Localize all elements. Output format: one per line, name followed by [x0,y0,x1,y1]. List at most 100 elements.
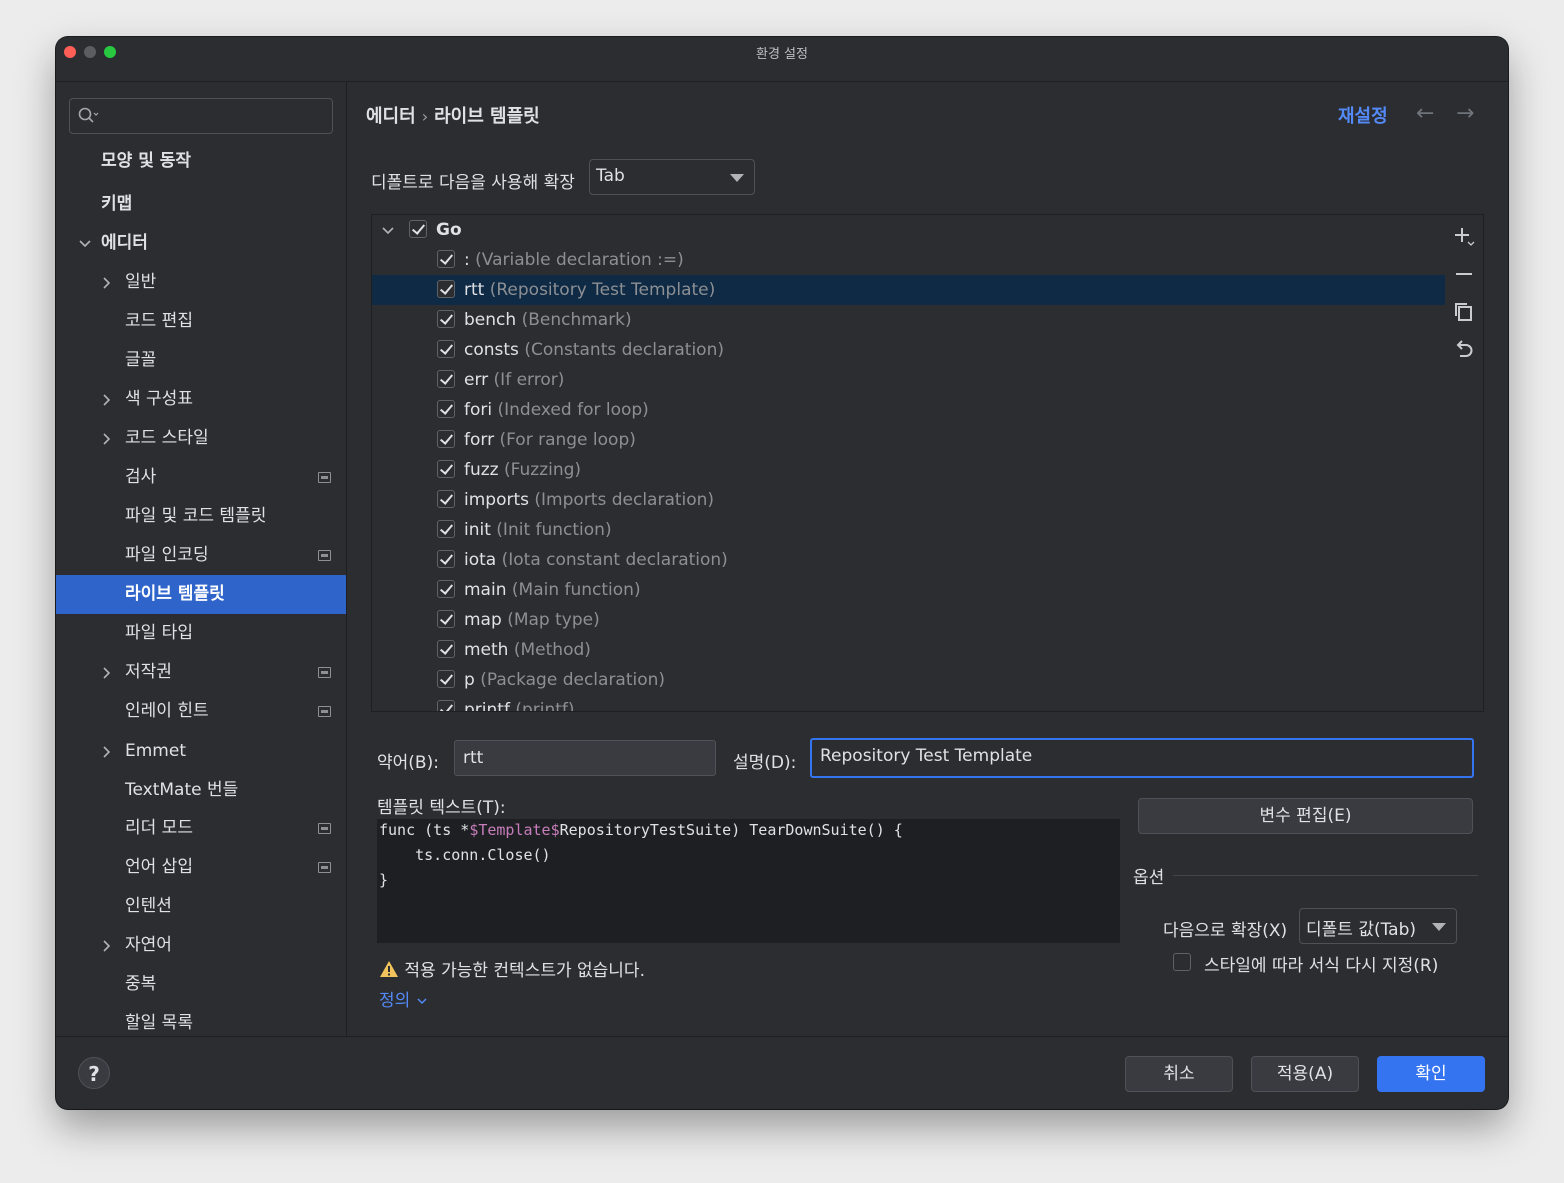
sidebar-item-textmate-bundles[interactable]: TextMate 번들 [56,771,346,810]
template-checkbox[interactable] [437,250,455,268]
reset-link[interactable]: 재설정 [1338,102,1388,128]
options-heading: 옵션 [1133,868,1165,888]
chevron-right-icon[interactable] [100,432,114,446]
template-checkbox[interactable] [437,460,455,478]
default-expand-label: 디폴트로 다음을 사용해 확장 [371,173,575,193]
template-row[interactable]: fori (Indexed for loop) [372,395,1445,425]
sidebar-item-live-templates[interactable]: 라이브 템플릿 [56,575,346,614]
project-scope-icon [318,472,331,483]
sidebar-item-file-code-templates[interactable]: 파일 및 코드 템플릿 [56,497,346,536]
minus-icon[interactable] [1453,263,1475,285]
project-scope-icon [318,862,331,873]
template-row[interactable]: main (Main function) [372,575,1445,605]
expand-with-select[interactable]: 디폴트 값(Tab) [1299,908,1457,944]
ok-button[interactable]: 확인 [1377,1056,1485,1092]
template-row[interactable]: bench (Benchmark) [372,305,1445,335]
template-row-selected[interactable]: rtt (Repository Test Template) [372,275,1445,305]
template-checkbox[interactable] [437,430,455,448]
sidebar-item-language-injections[interactable]: 언어 삽입 [56,848,346,887]
sidebar-item-color-scheme[interactable]: 색 구성표 [56,380,346,419]
sidebar-item-inlay-hints[interactable]: 인레이 힌트 [56,692,346,731]
template-row[interactable]: fuzz (Fuzzing) [372,455,1445,485]
chevron-right-icon[interactable] [100,666,114,680]
chevron-down-icon [417,998,427,1005]
default-expand-select[interactable]: Tab [589,159,755,195]
template-checkbox[interactable] [437,490,455,508]
live-templates-panel: 에디터 › 라이브 템플릿 재설정 ← → 디폴트로 다음을 사용해 확장 Tab … [347,82,1508,1037]
breadcrumb-separator: › [421,107,429,126]
copy-icon[interactable] [1453,301,1475,323]
undo-icon[interactable] [1453,339,1475,361]
search-input[interactable] [69,98,333,134]
sidebar-item-copyright[interactable]: 저작권 [56,653,346,692]
chevron-right-icon[interactable] [100,393,114,407]
template-checkbox[interactable] [437,400,455,418]
template-row[interactable]: forr (For range loop) [372,425,1445,455]
group-checkbox[interactable] [409,220,427,238]
template-checkbox[interactable] [437,340,455,358]
sidebar-item-general[interactable]: 일반 [56,263,346,302]
chevron-right-icon[interactable] [100,939,114,953]
template-row[interactable]: : (Variable declaration :=) [372,245,1445,275]
description-label: 설명(D): [733,753,797,773]
template-row[interactable]: consts (Constants declaration) [372,335,1445,365]
template-group-go[interactable]: Go [372,215,1445,245]
abbreviation-field[interactable]: rtt [454,740,716,776]
edit-variables-button[interactable]: 변수 편집(E) [1138,798,1473,834]
sidebar-item-intentions[interactable]: 인텐션 [56,887,346,926]
chevron-down-icon[interactable] [78,237,92,251]
template-row[interactable]: err (If error) [372,365,1445,395]
sidebar-item-inspections[interactable]: 검사 [56,458,346,497]
template-checkbox[interactable] [437,670,455,688]
template-checkbox[interactable] [437,580,455,598]
sidebar-item-file-types[interactable]: 파일 타입 [56,614,346,653]
template-checkbox[interactable] [437,280,455,298]
template-row[interactable]: p (Package declaration) [372,665,1445,695]
title-bar: 환경 설정 [56,37,1508,82]
template-row[interactable]: map (Map type) [372,605,1445,635]
template-checkbox[interactable] [437,370,455,388]
abbreviation-label: 약어(B): [377,753,439,773]
template-checkbox[interactable] [437,700,455,711]
chevron-right-icon[interactable] [100,745,114,759]
sidebar-item-code-style[interactable]: 코드 스타일 [56,419,346,458]
sidebar-item-font[interactable]: 글꼴 [56,341,346,380]
templates-tree[interactable]: Go : (Variable declaration :=) rtt (Repo… [371,214,1446,712]
template-text-label: 템플릿 텍스트(T): [377,798,506,818]
define-context-link[interactable]: 정의 [379,986,428,1011]
template-row[interactable]: imports (Imports declaration) [372,485,1445,515]
template-checkbox[interactable] [437,550,455,568]
template-row[interactable]: iota (Iota constant declaration) [372,545,1445,575]
template-checkbox[interactable] [437,640,455,658]
apply-button[interactable]: 적용(A) [1251,1056,1359,1092]
chevron-right-icon[interactable] [100,276,114,290]
forward-arrow-icon[interactable]: → [1456,103,1474,125]
help-button[interactable]: ? [78,1057,110,1089]
template-row[interactable]: init (Init function) [372,515,1445,545]
project-scope-icon [318,706,331,717]
breadcrumb-editor[interactable]: 에디터 [366,106,416,127]
sidebar-item-reader-mode[interactable]: 리더 모드 [56,809,346,848]
description-field[interactable]: Repository Test Template [810,738,1474,778]
sidebar-item-appearance[interactable]: 모양 및 동작 [56,142,346,181]
plus-icon[interactable] [1453,225,1475,247]
template-row[interactable]: meth (Method) [372,635,1445,665]
template-checkbox[interactable] [437,520,455,538]
sidebar-item-emmet[interactable]: Emmet [56,732,346,771]
template-text-editor[interactable]: func (ts *$Template$RepositoryTestSuite)… [377,819,1120,943]
sidebar-item-code-editing[interactable]: 코드 편집 [56,302,346,341]
sidebar-item-file-encodings[interactable]: 파일 인코딩 [56,536,346,575]
template-checkbox[interactable] [437,310,455,328]
back-arrow-icon[interactable]: ← [1416,103,1434,125]
sidebar-item-natural-languages[interactable]: 자연어 [56,926,346,965]
project-scope-icon [318,667,331,678]
reformat-checkbox[interactable] [1173,953,1191,971]
template-row[interactable]: printf (printf) [372,695,1445,711]
template-checkbox[interactable] [437,610,455,628]
sidebar-item-editor[interactable]: 에디터 [56,224,346,263]
chevron-down-icon[interactable] [381,224,395,238]
breadcrumb-live-templates: 라이브 템플릿 [434,106,540,127]
sidebar-item-duplicates[interactable]: 중복 [56,965,346,1004]
cancel-button[interactable]: 취소 [1125,1056,1233,1092]
sidebar-item-keymap[interactable]: 키맵 [56,185,346,224]
